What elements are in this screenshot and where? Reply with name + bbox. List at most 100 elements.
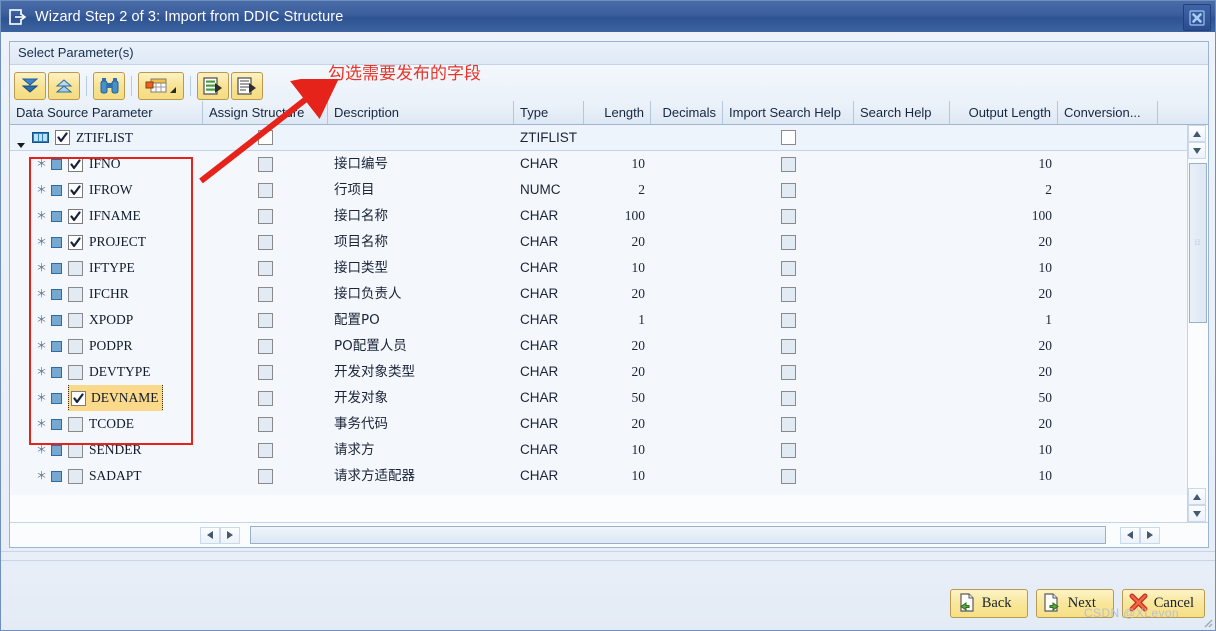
table-row[interactable]: ＊ IFNAME 接口名称 CHAR 100 100	[10, 203, 1208, 229]
column-header-conversion[interactable]: Conversion...	[1058, 101, 1158, 124]
cell-assign-structure[interactable]	[203, 333, 328, 359]
cell-assign-structure[interactable]	[203, 203, 328, 229]
row-checkbox[interactable]	[68, 156, 83, 172]
table-row[interactable]: ＊ DEVTYPE 开发对象类型 CHAR 20 20	[10, 359, 1208, 385]
import-search-help-checkbox[interactable]	[781, 260, 796, 276]
assign-structure-checkbox[interactable]	[258, 182, 273, 198]
import-search-help-checkbox[interactable]	[781, 364, 796, 380]
cell-data-source-parameter[interactable]: ＊ TCODE	[10, 411, 203, 437]
cell-data-source-parameter[interactable]: ＊ SENDER	[10, 437, 203, 463]
row-checkbox[interactable]	[68, 182, 83, 198]
table-row[interactable]: ＊ PROJECT 项目名称 CHAR 20 20	[10, 229, 1208, 255]
cell-import-search-help[interactable]	[723, 151, 854, 177]
cell-import-search-help[interactable]	[723, 281, 854, 307]
cell-import-search-help[interactable]	[723, 333, 854, 359]
table-row[interactable]: ＊ IFCHR 接口负责人 CHAR 20 20	[10, 281, 1208, 307]
vertical-scroll-thumb[interactable]: ⁞⁞	[1189, 163, 1207, 323]
cell-assign-structure[interactable]	[203, 151, 328, 177]
assign-structure-checkbox[interactable]	[258, 364, 273, 380]
column-header-description[interactable]: Description	[328, 101, 514, 124]
table-row[interactable]: ＊ IFNO 接口编号 CHAR 10 10	[10, 151, 1208, 177]
close-window-button[interactable]	[1183, 4, 1211, 31]
cancel-button[interactable]: Cancel	[1121, 589, 1205, 618]
row-checkbox[interactable]	[68, 416, 83, 432]
expand-triangle-icon[interactable]	[16, 133, 26, 148]
assign-structure-checkbox[interactable]	[258, 260, 273, 276]
append-row-button[interactable]	[231, 72, 263, 100]
assign-structure-checkbox[interactable]	[258, 442, 273, 458]
import-search-help-checkbox[interactable]	[781, 182, 796, 198]
column-header-length[interactable]: Length	[584, 101, 651, 124]
import-search-help-checkbox[interactable]	[781, 468, 796, 484]
collapse-all-button[interactable]	[48, 72, 80, 100]
resize-grip-icon[interactable]	[1201, 616, 1213, 628]
horizontal-scroll-thumb[interactable]	[250, 526, 1106, 544]
row-checkbox[interactable]	[68, 260, 83, 276]
expand-all-button[interactable]	[14, 72, 46, 100]
row-checkbox[interactable]	[68, 364, 83, 380]
import-search-help-checkbox[interactable]	[781, 234, 796, 250]
cell-assign-structure[interactable]	[203, 177, 328, 203]
import-search-help-checkbox[interactable]	[781, 208, 796, 224]
horizontal-scrollbar[interactable]	[10, 522, 1208, 547]
import-search-help-checkbox[interactable]	[781, 312, 796, 328]
cell-data-source-parameter[interactable]: ＊ IFCHR	[10, 281, 203, 307]
cell-data-source-parameter[interactable]: ＊ PROJECT	[10, 229, 203, 255]
cell-import-search-help[interactable]	[723, 307, 854, 333]
layout-button[interactable]	[138, 72, 184, 100]
import-search-help-checkbox[interactable]	[781, 286, 796, 302]
assign-structure-checkbox[interactable]	[258, 130, 273, 145]
cell-import-search-help[interactable]	[723, 177, 854, 203]
row-checkbox[interactable]	[68, 286, 83, 302]
scroll-up-arrow-bottom[interactable]	[1188, 488, 1206, 505]
table-row[interactable]: ZTIFLIST ZTIFLIST	[10, 125, 1208, 151]
table-row[interactable]: ＊ TCODE 事务代码 CHAR 20 20	[10, 411, 1208, 437]
cell-assign-structure[interactable]	[203, 359, 328, 385]
assign-structure-checkbox[interactable]	[258, 234, 273, 250]
cell-assign-structure[interactable]	[203, 229, 328, 255]
hscroll-right-arrow[interactable]	[1140, 526, 1160, 544]
table-row[interactable]: ＊ XPODP 配置PO CHAR 1 1	[10, 307, 1208, 333]
table-row[interactable]: ＊ SENDER 请求方 CHAR 10 10	[10, 437, 1208, 463]
scroll-up-arrow[interactable]	[1188, 125, 1206, 142]
cell-import-search-help[interactable]	[723, 463, 854, 489]
row-checkbox[interactable]	[68, 208, 83, 224]
column-header-type[interactable]: Type	[514, 101, 584, 124]
import-search-help-checkbox[interactable]	[781, 130, 796, 145]
cell-assign-structure[interactable]	[203, 281, 328, 307]
column-header-assign-structure[interactable]: Assign Structure	[203, 101, 328, 124]
cell-assign-structure[interactable]	[203, 411, 328, 437]
cell-data-source-parameter[interactable]: ＊ IFTYPE	[10, 255, 203, 281]
hscroll-left-arrow[interactable]	[200, 526, 220, 544]
cell-data-source-parameter[interactable]: ＊ DEVNAME	[10, 385, 203, 411]
assign-structure-checkbox[interactable]	[258, 286, 273, 302]
assign-structure-checkbox[interactable]	[258, 390, 273, 406]
next-button[interactable]: Next	[1035, 589, 1114, 618]
cell-data-source-parameter[interactable]: ＊ SADAPT	[10, 463, 203, 489]
cell-import-search-help[interactable]	[723, 203, 854, 229]
table-row[interactable]: ＊ SADAPT 请求方适配器 CHAR 10 10	[10, 463, 1208, 489]
cell-import-search-help[interactable]	[723, 359, 854, 385]
column-header-search-help[interactable]: Search Help	[854, 101, 950, 124]
import-search-help-checkbox[interactable]	[781, 442, 796, 458]
scroll-down-arrow[interactable]	[1188, 505, 1206, 522]
cell-data-source-parameter[interactable]: ＊ DEVTYPE	[10, 359, 203, 385]
table-row[interactable]: ＊ IFTYPE 接口类型 CHAR 10 10	[10, 255, 1208, 281]
cell-assign-structure[interactable]	[203, 385, 328, 411]
cell-data-source-parameter[interactable]: ＊ IFNO	[10, 151, 203, 177]
row-checkbox[interactable]	[68, 468, 83, 484]
cell-assign-structure[interactable]	[203, 437, 328, 463]
column-header-decimals[interactable]: Decimals	[651, 101, 723, 124]
back-button[interactable]: Back	[949, 589, 1028, 618]
cell-assign-structure[interactable]	[203, 255, 328, 281]
assign-structure-checkbox[interactable]	[258, 416, 273, 432]
cell-data-source-parameter[interactable]: ＊ PODPR	[10, 333, 203, 359]
cell-import-search-help[interactable]	[723, 255, 854, 281]
row-checkbox[interactable]	[68, 312, 83, 328]
row-checkbox[interactable]	[68, 338, 83, 354]
insert-row-button[interactable]	[197, 72, 229, 100]
import-search-help-checkbox[interactable]	[781, 338, 796, 354]
import-search-help-checkbox[interactable]	[781, 416, 796, 432]
table-row[interactable]: ＊ PODPR PO配置人员 CHAR 20 20	[10, 333, 1208, 359]
row-checkbox[interactable]	[68, 442, 83, 458]
